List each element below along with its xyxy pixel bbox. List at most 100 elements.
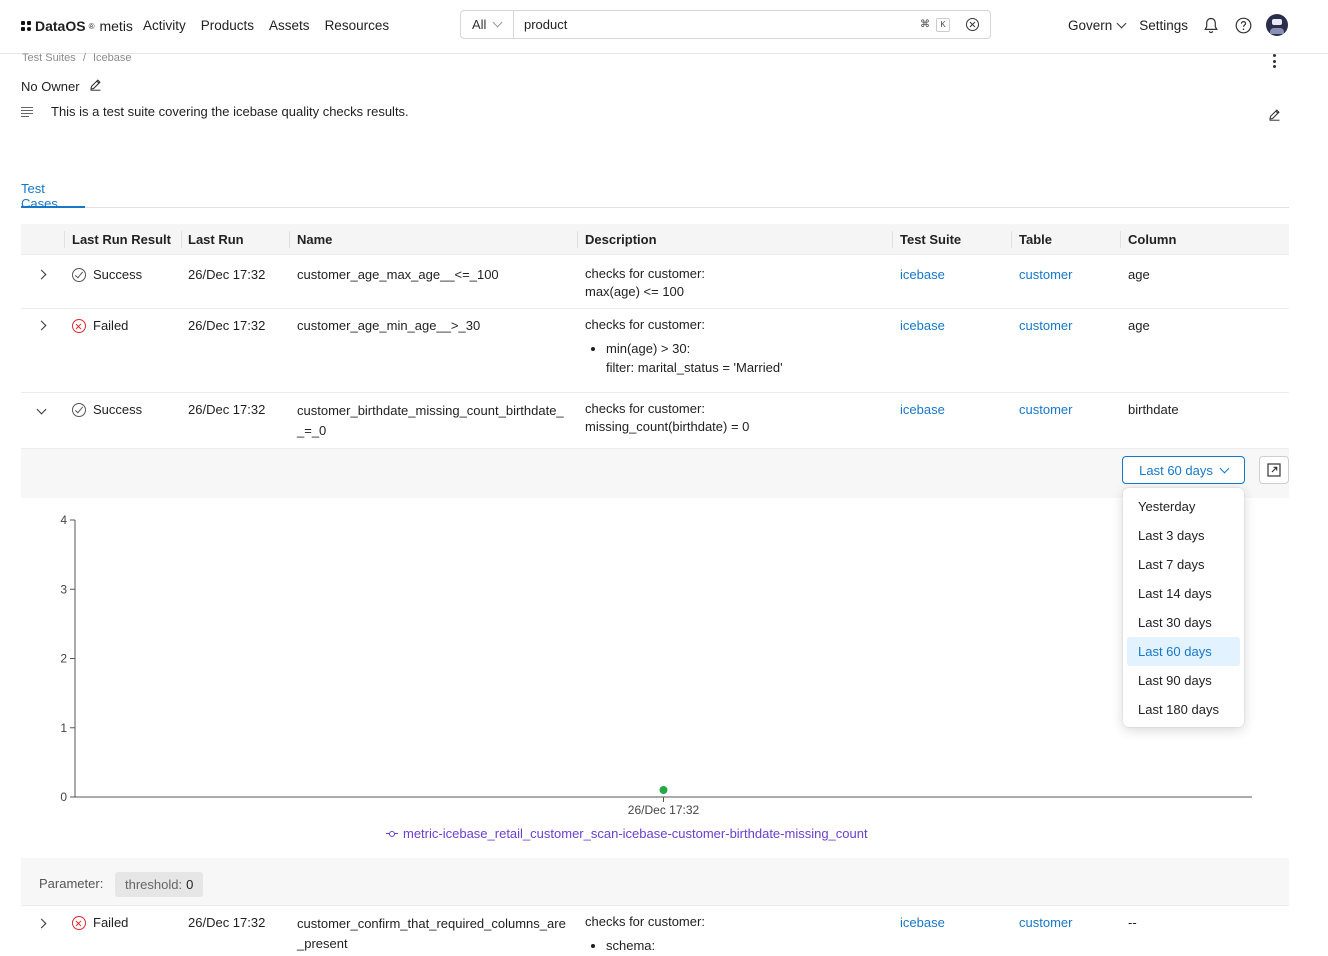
test-description: checks for customer: schema:: [585, 913, 705, 955]
table-link[interactable]: customer: [1019, 401, 1072, 419]
date-range-option-selected[interactable]: Last 60 days: [1127, 637, 1240, 666]
table-link[interactable]: customer: [1019, 317, 1072, 335]
status-text: Success: [93, 267, 143, 282]
description-line: checks for customer:: [585, 914, 705, 929]
table-row[interactable]: Failed 26/Dec 17:32 customer_age_min_age…: [21, 309, 1289, 393]
chart-legend[interactable]: metric-icebase_retail_customer_scan-iceb…: [386, 826, 868, 841]
main-nav: Activity Products Assets Resources: [143, 18, 389, 33]
date-range-select[interactable]: Last 60 days: [1122, 456, 1245, 484]
description-line: checks for customer:: [585, 317, 705, 332]
test-name-line: _=_0: [297, 423, 327, 438]
description-line: max(age) <= 100: [585, 284, 685, 299]
nav-products[interactable]: Products: [201, 18, 254, 33]
govern-menu[interactable]: Govern: [1068, 18, 1127, 33]
col-description[interactable]: Description: [585, 232, 657, 247]
description-line: missing_count(birthdate) = 0: [585, 419, 750, 434]
test-name: customer_confirm_that_required_columns_a…: [297, 914, 566, 954]
expand-row-icon[interactable]: [36, 269, 47, 280]
nav-activity[interactable]: Activity: [143, 18, 186, 33]
table-row[interactable]: Failed 26/Dec 17:32 customer_confirm_tha…: [21, 907, 1289, 956]
global-search: All product ⌘ K: [460, 10, 991, 39]
run-result: Success: [72, 401, 142, 419]
test-description: checks for customer: max(age) <= 100: [585, 265, 705, 301]
logo-icon: [21, 20, 32, 32]
column-value: birthdate: [1128, 402, 1179, 417]
edit-owner-icon[interactable]: [89, 78, 102, 94]
breadcrumb-icebase[interactable]: Icebase: [93, 52, 132, 64]
col-name[interactable]: Name: [297, 232, 332, 247]
owner-row: No Owner: [21, 78, 102, 94]
date-range-option[interactable]: Last 3 days: [1127, 521, 1240, 550]
y-tick-label: 3: [60, 582, 67, 596]
metric-chart: 0 1 2 3 4 26/Dec 17:32: [60, 513, 1252, 816]
test-suite-link[interactable]: icebase: [900, 266, 945, 284]
description-line: checks for customer:: [585, 401, 705, 416]
nav-assets[interactable]: Assets: [269, 18, 310, 33]
brand-name: DataOS: [35, 18, 86, 34]
date-range-option[interactable]: Last 180 days: [1127, 695, 1240, 724]
breadcrumb: Test Suites / Icebase: [22, 52, 132, 64]
product-name: metis: [99, 18, 133, 34]
help-icon[interactable]: [1234, 16, 1252, 34]
run-result: Failed: [72, 914, 128, 932]
failed-icon: [72, 916, 86, 930]
run-result: Failed: [72, 317, 128, 335]
test-suite-link[interactable]: icebase: [900, 914, 945, 932]
column-value: --: [1128, 915, 1137, 930]
test-suite-link[interactable]: icebase: [900, 317, 945, 335]
test-name-line: customer_confirm_that_required_columns_a…: [297, 916, 566, 931]
app-logo[interactable]: DataOS ® metis: [21, 18, 133, 34]
col-test-suite[interactable]: Test Suite: [900, 232, 961, 247]
col-last-run[interactable]: Last Run: [188, 232, 244, 247]
last-run: 26/Dec 17:32: [188, 402, 266, 417]
settings-link[interactable]: Settings: [1139, 18, 1188, 33]
command-key-icon: ⌘: [920, 19, 930, 30]
description-line: filter: marital_status = 'Married': [606, 360, 783, 375]
breadcrumb-test-suites[interactable]: Test Suites: [22, 52, 76, 64]
fullscreen-button[interactable]: [1259, 456, 1289, 484]
date-range-option[interactable]: Last 30 days: [1127, 608, 1240, 637]
parameter-key: threshold:: [125, 877, 183, 892]
date-range-option[interactable]: Last 7 days: [1127, 550, 1240, 579]
col-table[interactable]: Table: [1019, 232, 1052, 247]
date-range-option[interactable]: Yesterday: [1127, 492, 1240, 521]
parameter-label: Parameter:: [39, 876, 104, 891]
search-scope-select[interactable]: All: [461, 11, 514, 38]
date-range-option[interactable]: Last 14 days: [1127, 579, 1240, 608]
user-avatar[interactable]: [1266, 14, 1288, 36]
parameter-tag: threshold: 0: [115, 872, 204, 897]
description-bullet: schema:: [606, 938, 656, 953]
table-row[interactable]: Success 26/Dec 17:32 customer_birthdate_…: [21, 393, 1289, 449]
right-nav: Govern Settings: [1068, 14, 1288, 36]
col-last-run-result[interactable]: Last Run Result: [72, 232, 171, 247]
expand-row-icon[interactable]: [36, 320, 47, 331]
table-row[interactable]: Success 26/Dec 17:32 customer_age_max_ag…: [21, 256, 1289, 309]
parameter-value: 0: [186, 877, 194, 892]
table-link[interactable]: customer: [1019, 266, 1072, 284]
edit-description-icon[interactable]: [1268, 108, 1281, 124]
chevron-down-icon: [1219, 463, 1230, 473]
nav-resources[interactable]: Resources: [325, 18, 390, 33]
status-text: Success: [93, 402, 143, 417]
more-options-icon[interactable]: [1272, 54, 1277, 68]
description-bullet: min(age) > 30:: [606, 341, 691, 356]
search-scope-value: All: [472, 17, 487, 32]
table-link[interactable]: customer: [1019, 914, 1072, 932]
expand-row-icon[interactable]: [36, 918, 47, 929]
date-range-value: Last 60 days: [1139, 462, 1213, 478]
last-run: 26/Dec 17:32: [188, 267, 266, 282]
tab-test-cases[interactable]: Test Cases: [21, 181, 85, 211]
bell-icon[interactable]: [1202, 16, 1220, 34]
data-point: [659, 786, 668, 794]
test-suite-link[interactable]: icebase: [900, 401, 945, 419]
status-text: Failed: [93, 915, 129, 930]
search-input[interactable]: product: [514, 17, 918, 32]
col-column[interactable]: Column: [1128, 232, 1176, 247]
date-range-option[interactable]: Last 90 days: [1127, 666, 1240, 695]
clear-search-icon[interactable]: [966, 18, 979, 31]
brand-mark: ®: [88, 21, 95, 31]
collapse-row-icon[interactable]: [36, 404, 47, 415]
run-result: Success: [72, 266, 142, 284]
y-tick-label: 0: [60, 790, 67, 804]
success-icon: [72, 403, 86, 417]
